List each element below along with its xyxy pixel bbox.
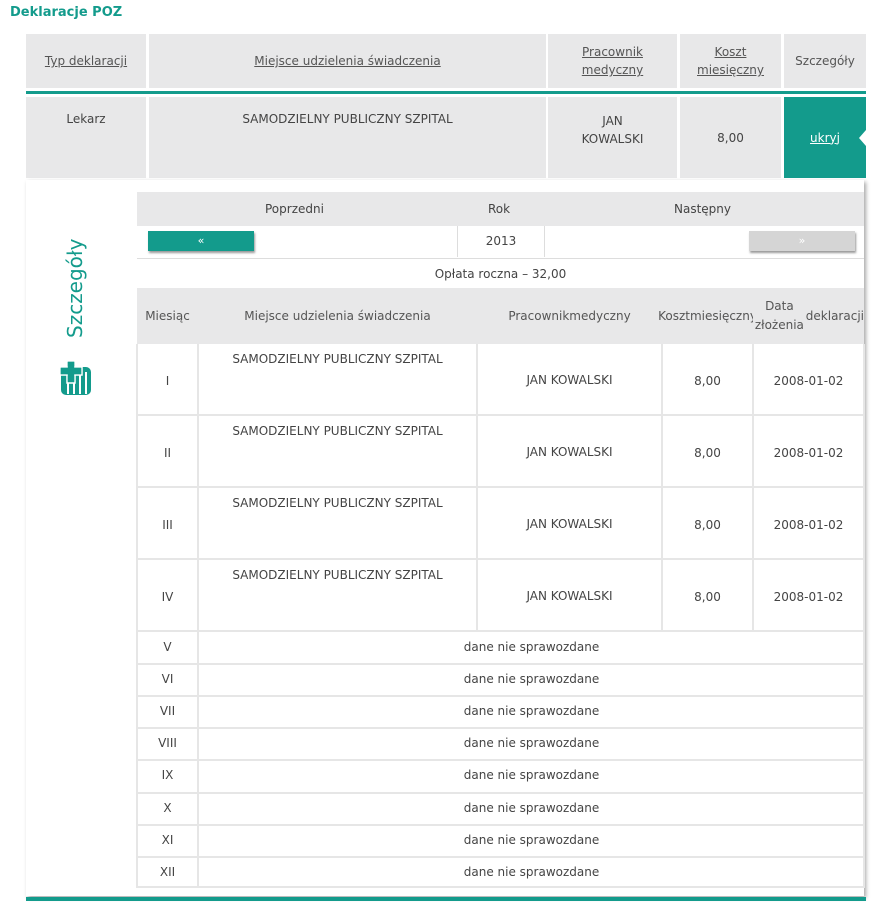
col-header-type[interactable]: Typ deklaracji	[26, 34, 146, 88]
place-cell: SAMODZIELNY PUBLICZNY SZPITAL	[232, 496, 443, 510]
worker-cell: JAN KOWALSKI	[526, 445, 613, 459]
sort-type-link[interactable]: Typ deklaracji	[45, 52, 127, 70]
hide-details-toggle[interactable]: ukryj	[784, 97, 866, 178]
details-side-label: Szczegóły	[63, 238, 87, 338]
col-worker: Pracownik medyczny	[477, 288, 662, 344]
col-cost-line2: miesięczny	[689, 308, 757, 323]
col-date-line2: deklaracji	[805, 308, 864, 323]
worker-header-line1: Pracownik	[582, 45, 643, 59]
row-divider	[136, 663, 865, 666]
col-header-cost[interactable]: Koszt miesięczny	[680, 34, 781, 88]
month-cell: III	[162, 518, 173, 532]
col-date: Data złożenia deklaracji	[753, 288, 864, 344]
row-divider	[136, 823, 865, 826]
month-cell: IV	[161, 590, 174, 604]
col-cost: Koszt miesięczny	[658, 288, 757, 344]
date-cell: 2008-01-02	[773, 590, 844, 604]
place-cell: SAMODZIELNY PUBLICZNY SZPITAL	[232, 424, 443, 438]
worker-cell: JAN KOWALSKI	[526, 373, 613, 387]
cost-header-line2: miesięczny	[697, 63, 764, 77]
month-cell: VI	[161, 672, 174, 687]
row-type: Lekarz	[26, 97, 146, 178]
col-header-worker[interactable]: Pracownik medyczny	[548, 34, 677, 88]
month-cell: XI	[161, 832, 174, 847]
year-label: Rok	[488, 202, 511, 216]
worker-cell: JAN KOWALSKI	[526, 589, 613, 603]
no-data-cell: dane nie sprawozdane	[463, 640, 600, 654]
annual-fee: Opłata roczna – 32,00	[137, 258, 864, 289]
header-divider	[26, 91, 866, 94]
row-worker-line1: JAN	[602, 114, 623, 128]
next-year-button[interactable]: »	[749, 231, 855, 251]
cost-cell: 8,00	[694, 446, 721, 460]
details-header-label: Szczegóły	[795, 54, 855, 68]
col-worker-line2: medyczny	[569, 308, 631, 323]
month-cell: X	[163, 800, 172, 815]
cost-cell: 8,00	[694, 374, 721, 388]
next-label: Następny	[674, 202, 731, 216]
cost-cell: 8,00	[694, 590, 721, 604]
no-data-cell: dane nie sprawozdane	[463, 864, 600, 879]
row-divider	[136, 414, 865, 416]
no-data-cell: dane nie sprawozdane	[463, 768, 600, 783]
sort-worker-link[interactable]: Pracownik medyczny	[582, 43, 643, 79]
medical-cross-icon	[59, 361, 91, 395]
no-data-cell: dane nie sprawozdane	[463, 800, 600, 815]
row-divider	[136, 791, 865, 794]
col-month: Miesiąc	[137, 288, 198, 344]
page-title: Deklaracje POZ	[10, 5, 123, 20]
no-data-cell: dane nie sprawozdane	[463, 704, 600, 719]
col-header-place[interactable]: Miejsce udzielenia świadczenia	[149, 34, 546, 88]
month-cell: V	[163, 640, 172, 654]
details-bottom-border	[26, 897, 866, 901]
col-date-line1: Data złożenia	[754, 299, 804, 332]
date-cell: 2008-01-02	[773, 374, 844, 388]
month-cell: VIII	[158, 736, 177, 751]
row-divider	[136, 727, 865, 730]
row-worker: JAN KOWALSKI	[548, 97, 677, 178]
month-cell: XII	[159, 864, 176, 879]
hide-details-link[interactable]: ukryj	[810, 131, 840, 145]
no-data-cell: dane nie sprawozdane	[463, 832, 600, 847]
prev-year-button[interactable]: «	[148, 231, 254, 251]
notch-arrow-icon	[859, 130, 866, 146]
row-divider	[136, 695, 865, 698]
cost-cell: 8,00	[694, 518, 721, 532]
row-place: SAMODZIELNY PUBLICZNY SZPITAL	[149, 97, 546, 178]
worker-header-line2: medyczny	[581, 63, 644, 77]
date-cell: 2008-01-02	[773, 446, 844, 460]
year-value: 2013	[457, 226, 545, 257]
row-divider	[136, 486, 865, 488]
year-nav-header: Poprzedni Rok Następny	[137, 192, 864, 226]
col-header-details: Szczegóły	[784, 34, 866, 88]
row-divider	[136, 855, 865, 858]
col-cost-line1: Koszt	[658, 308, 690, 323]
cost-header-line1: Koszt	[714, 45, 747, 59]
month-cell: II	[163, 446, 172, 460]
row-divider	[136, 558, 865, 560]
no-data-cell: dane nie sprawozdane	[463, 672, 600, 687]
col-worker-line1: Pracownik	[508, 308, 570, 323]
date-cell: 2008-01-02	[773, 518, 844, 532]
place-cell: SAMODZIELNY PUBLICZNY SZPITAL	[232, 352, 443, 366]
sort-place-link[interactable]: Miejsce udzielenia świadczenia	[254, 52, 440, 70]
row-worker-line2: KOWALSKI	[581, 132, 644, 146]
row-divider	[136, 759, 865, 762]
month-cell: I	[165, 374, 170, 388]
col-place: Miejsce udzielenia świadczenia	[198, 288, 477, 344]
place-cell: SAMODZIELNY PUBLICZNY SZPITAL	[232, 568, 443, 582]
month-cell: VII	[159, 704, 176, 719]
worker-cell: JAN KOWALSKI	[526, 517, 613, 531]
prev-label: Poprzedni	[265, 202, 324, 216]
row-divider	[136, 886, 865, 888]
sort-cost-link[interactable]: Koszt miesięczny	[697, 43, 764, 79]
month-cell: IX	[161, 768, 174, 783]
row-cost: 8,00	[680, 97, 781, 178]
no-data-cell: dane nie sprawozdane	[463, 736, 600, 751]
row-divider	[136, 630, 865, 632]
